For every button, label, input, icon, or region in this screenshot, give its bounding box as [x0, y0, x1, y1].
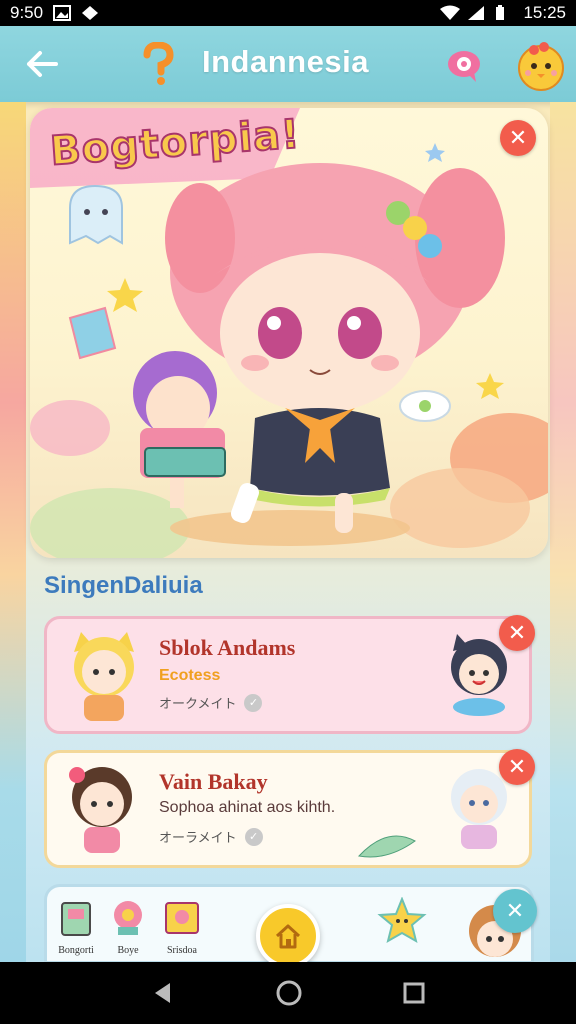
status-clock: 15:25: [523, 3, 566, 22]
close-card-button[interactable]: ✕: [499, 615, 535, 651]
card-meta-text: オーラメイト: [159, 831, 237, 846]
tray-item[interactable]: Boye: [103, 897, 153, 956]
tray-item[interactable]: Bongorti: [51, 897, 101, 956]
status-time: 9:50: [10, 3, 44, 22]
battery-icon: [495, 5, 513, 21]
nav-recents-icon[interactable]: [402, 981, 426, 1005]
card-icon: [165, 902, 199, 934]
system-nav-bar: [0, 962, 576, 1024]
brown-hair-character-avatar: [69, 767, 132, 853]
close-icon: ✕: [507, 754, 527, 780]
list-item[interactable]: Sblok Andams Ecotess オークメイト ✓ ✕: [44, 615, 535, 734]
cat-character-avatar: [74, 632, 134, 721]
chick-avatar-icon: [518, 42, 564, 91]
status-bar: 9:50 15:25: [0, 0, 576, 26]
close-card-button[interactable]: ✕: [499, 749, 535, 785]
card-meta: オークメイト ✓: [159, 693, 263, 712]
close-tray-button[interactable]: ✕: [493, 889, 537, 933]
chat-button[interactable]: [444, 46, 484, 86]
signal-icon: [467, 5, 485, 21]
close-icon: ✕: [505, 898, 525, 924]
card-meta-text: オークメイト: [159, 697, 237, 712]
card-meta: オーラメイト ✓: [159, 827, 263, 846]
notebook-icon: [61, 902, 91, 936]
tray-item[interactable]: Srisdoa: [157, 897, 207, 956]
help-button[interactable]: [138, 42, 178, 86]
hero-illustration: [30, 108, 548, 558]
close-hero-button[interactable]: ✕: [500, 120, 536, 156]
list-item[interactable]: Vain Bakay Sophoa ahinat aos kihth. オーラメ…: [44, 749, 535, 868]
decorative-left-stripe: [0, 102, 26, 962]
profile-avatar[interactable]: [514, 38, 568, 92]
card-subtitle: Ecotess: [159, 667, 221, 684]
decorative-right-stripe: [550, 102, 576, 962]
verified-icon: ✓: [244, 827, 263, 846]
notification-icon: [81, 5, 99, 21]
image-icon: [53, 5, 72, 21]
tray-item-label: Boye: [117, 945, 139, 956]
card-name: Vain Bakay: [159, 769, 268, 794]
leaf-decoration-icon: [358, 835, 416, 858]
verified-icon: ✓: [244, 693, 263, 712]
close-icon: ✕: [507, 620, 527, 646]
back-arrow-icon: [27, 51, 58, 77]
card-name: Sblok Andams: [159, 635, 296, 660]
question-mark-icon: [143, 42, 174, 85]
nav-home-icon[interactable]: [275, 979, 303, 1007]
card-subtitle: Sophoa ahinat aos kihth.: [159, 799, 336, 816]
home-fab-button[interactable]: [256, 904, 320, 968]
nav-back-icon[interactable]: [150, 980, 176, 1006]
close-icon: ✕: [508, 125, 528, 151]
star-character-icon: [377, 897, 427, 944]
app-header: Indannesia: [0, 26, 576, 102]
flower-icon: [114, 901, 142, 935]
section-title: SingenDaliuia: [44, 572, 203, 599]
hero-card[interactable]: Bogtorpia! ✕: [30, 108, 548, 558]
page-title: Indannesia: [202, 44, 369, 79]
tray-item-label: Bongorti: [58, 945, 94, 956]
back-button[interactable]: [22, 44, 62, 84]
wifi-icon: [439, 5, 461, 21]
chat-bubble-icon: [448, 51, 480, 82]
tray-item-label: Srisdoa: [167, 945, 197, 956]
home-icon: [275, 924, 301, 949]
